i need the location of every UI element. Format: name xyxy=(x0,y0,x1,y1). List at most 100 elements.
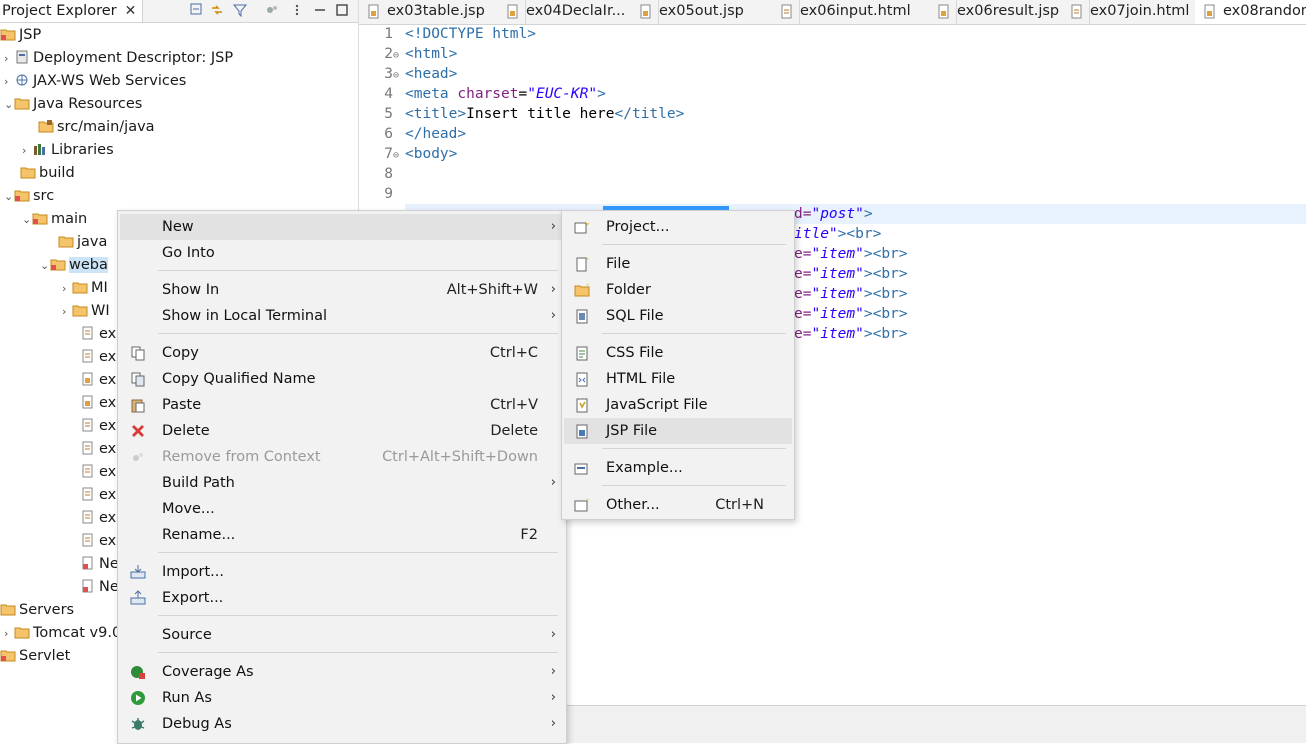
menu-item-copy[interactable]: Copy Ctrl+C xyxy=(120,340,564,366)
tree-item-java[interactable]: java xyxy=(58,231,107,253)
menu-item-new-file[interactable]: File xyxy=(564,251,792,277)
menu-item-show-in-terminal[interactable]: Show in Local Terminal › xyxy=(120,303,564,329)
menu-item-new-sql-file[interactable]: SQL File xyxy=(564,303,792,329)
menu-item-new-folder[interactable]: Folder xyxy=(564,277,792,303)
code-line[interactable]: e="item"><br> xyxy=(794,324,908,344)
fold-icon[interactable]: ⊖ xyxy=(393,146,405,166)
filter-icon[interactable] xyxy=(233,3,247,17)
fold-icon[interactable]: ⊖ xyxy=(393,46,405,66)
menu-item-export[interactable]: Export... xyxy=(120,585,564,611)
menu-item-delete[interactable]: Delete Delete xyxy=(120,418,564,444)
editor-tab-active[interactable]: ex08random xyxy=(1195,0,1306,24)
tree-item-file[interactable]: ex xyxy=(80,323,116,345)
tree-item-web-inf[interactable]: › WI xyxy=(62,300,110,322)
tree-item-tomcat[interactable]: › Tomcat v9.0 xyxy=(4,622,121,644)
tree-item-file[interactable]: ex xyxy=(80,438,116,460)
chevron-down-icon[interactable]: ⌄ xyxy=(40,255,50,277)
code-line[interactable]: e="item"><br> xyxy=(794,304,908,324)
tree-item-jaxws[interactable]: › JAX-WS Web Services xyxy=(4,70,186,92)
tree-item-file[interactable]: ex xyxy=(80,461,116,483)
chevron-right-icon[interactable]: › xyxy=(4,48,14,70)
tree-item-file[interactable]: ex xyxy=(80,415,116,437)
menu-item-go-into[interactable]: Go Into xyxy=(120,240,564,266)
tree-item-src[interactable]: ⌄ src xyxy=(4,185,54,207)
tree-item-file[interactable]: ex xyxy=(80,346,116,368)
menu-item-debug-as[interactable]: Debug As › xyxy=(120,711,564,737)
chevron-down-icon[interactable]: ⌄ xyxy=(4,94,14,116)
menu-item-new-html-file[interactable]: HTML File xyxy=(564,366,792,392)
view-menu-icon[interactable] xyxy=(290,3,304,17)
menu-item-source[interactable]: Source › xyxy=(120,622,564,648)
minimize-icon[interactable] xyxy=(313,3,327,17)
code-line[interactable]: d="post"> xyxy=(794,204,873,224)
menu-item-coverage-as[interactable]: Coverage As › xyxy=(120,659,564,685)
menu-item-show-in[interactable]: Show In Alt+Shift+W › xyxy=(120,277,564,303)
tree-item-libraries[interactable]: › Libraries xyxy=(22,139,114,161)
menu-item-new-project[interactable]: Project... xyxy=(564,214,792,240)
chevron-right-icon[interactable]: › xyxy=(4,71,14,93)
menu-item-new-example[interactable]: Example... xyxy=(564,455,792,481)
menu-item-new-javascript-file[interactable]: JavaScript File xyxy=(564,392,792,418)
tree-item-file[interactable]: ex xyxy=(80,392,116,414)
tree-item-servlet[interactable]: Servlet xyxy=(0,645,70,667)
tree-item-file[interactable]: Ne xyxy=(80,553,119,575)
tree-item-deployment-descriptor[interactable]: › Deployment Descriptor: JSP xyxy=(4,47,233,69)
code-line[interactable]: 6 </head> xyxy=(359,124,466,144)
project-explorer-tab[interactable]: Project Explorer ✕ xyxy=(0,0,144,22)
menu-item-build-path[interactable]: Build Path › xyxy=(120,470,564,496)
tree-item-file[interactable]: ex xyxy=(80,369,116,391)
tree-item-src-main-java[interactable]: src/main/java xyxy=(38,116,155,138)
code-line[interactable]: e="item"><br> xyxy=(794,244,908,264)
fold-icon[interactable]: ⊖ xyxy=(393,66,405,86)
menu-item-rename[interactable]: Rename... F2 xyxy=(120,522,564,548)
menu-item-remove-from-context[interactable]: Remove from Context Ctrl+Alt+Shift+Down xyxy=(120,444,564,470)
code-line[interactable]: 5 <title>Insert title here</title> xyxy=(359,104,684,124)
chevron-right-icon[interactable]: › xyxy=(22,140,32,162)
link-with-editor-icon[interactable] xyxy=(210,3,224,17)
code-line[interactable]: e="item"><br> xyxy=(794,264,908,284)
tree-item-main[interactable]: ⌄ main xyxy=(22,208,87,230)
chevron-right-icon: › xyxy=(550,282,556,297)
bottom-views-tabbar[interactable] xyxy=(565,705,1306,743)
chevron-right-icon[interactable]: › xyxy=(62,278,72,300)
code-line[interactable]: 3⊖ <head> xyxy=(359,64,457,84)
focus-task-icon[interactable] xyxy=(265,3,279,17)
tree-item-webapp[interactable]: ⌄ weba xyxy=(40,254,108,276)
menu-item-copy-qualified-name[interactable]: Copy Qualified Name xyxy=(120,366,564,392)
tree-item-servers[interactable]: Servers xyxy=(0,599,74,621)
code-line[interactable]: 4 <meta charset="EUC-KR"> xyxy=(359,84,606,104)
menu-item-run-as[interactable]: Run As › xyxy=(120,685,564,711)
code-line[interactable]: 1 <!DOCTYPE html> xyxy=(359,24,536,44)
chevron-down-icon[interactable]: ⌄ xyxy=(4,186,14,208)
menu-item-new[interactable]: New › xyxy=(120,214,564,240)
maximize-icon[interactable] xyxy=(335,3,349,17)
new-file-icon xyxy=(576,256,589,272)
menu-item-new-css-file[interactable]: CSS File xyxy=(564,340,792,366)
chevron-right-icon[interactable]: › xyxy=(62,301,72,323)
code-line[interactable]: e="item"><br> xyxy=(794,284,908,304)
code-line[interactable]: 2⊖ <html> xyxy=(359,44,457,64)
close-icon[interactable]: ✕ xyxy=(125,3,137,19)
menu-item-new-jsp-file[interactable]: JSP File xyxy=(564,418,792,444)
code-line[interactable]: 9 xyxy=(359,184,393,204)
code-line[interactable]: 7⊖ <body> xyxy=(359,144,457,164)
code-line[interactable]: 8 xyxy=(359,164,393,184)
tree-item-project-jsp[interactable]: JSP xyxy=(0,24,41,46)
code-line[interactable]: itle"><br> xyxy=(794,224,881,244)
example-icon xyxy=(574,463,588,475)
menu-item-new-other[interactable]: Other... Ctrl+N xyxy=(564,492,792,518)
chevron-right-icon[interactable]: › xyxy=(4,623,14,645)
tree-item-file[interactable]: ex xyxy=(80,507,116,529)
tree-item-build[interactable]: build xyxy=(20,162,75,184)
collapse-all-icon[interactable] xyxy=(190,3,204,17)
menu-item-import[interactable]: Import... xyxy=(120,559,564,585)
tree-item-meta-inf[interactable]: › MI xyxy=(62,277,108,299)
project-explorer-title: Project Explorer xyxy=(2,3,117,19)
tree-item-file[interactable]: ex xyxy=(80,484,116,506)
tree-item-file[interactable]: Ne xyxy=(80,576,119,598)
chevron-down-icon[interactable]: ⌄ xyxy=(22,209,32,231)
tree-item-java-resources[interactable]: ⌄ Java Resources xyxy=(4,93,142,115)
menu-item-paste[interactable]: Paste Ctrl+V xyxy=(120,392,564,418)
menu-item-move[interactable]: Move... xyxy=(120,496,564,522)
tree-item-file[interactable]: ex xyxy=(80,530,116,552)
